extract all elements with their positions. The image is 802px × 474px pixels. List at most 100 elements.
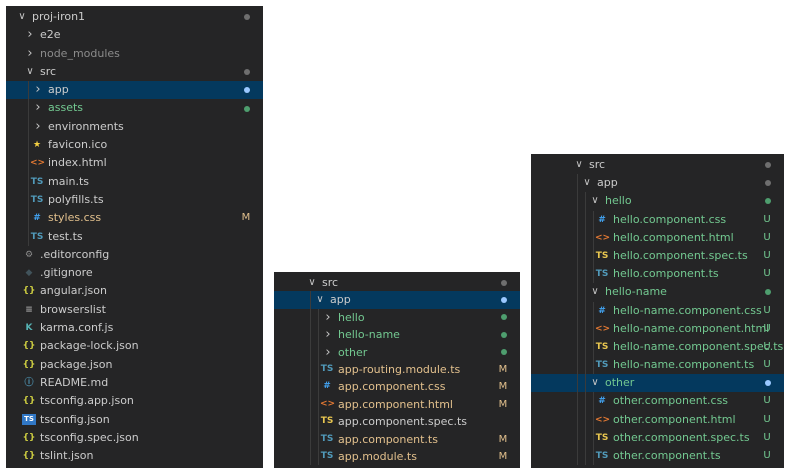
file-row[interactable]: TS tsconfig.json xyxy=(6,411,263,429)
file-row[interactable]: TS app.component.spec.ts xyxy=(274,413,520,431)
file-label: polyfills.ts xyxy=(48,192,104,206)
folder-row[interactable]: ∨ hello xyxy=(531,192,784,211)
folder-row[interactable]: › hello xyxy=(274,308,520,327)
chevron-down-icon[interactable]: ∨ xyxy=(573,156,585,174)
file-tree: ∨ src ∨ app ∨ hello # hello.component.css U <> hel… xyxy=(531,154,784,466)
chevron-right-icon[interactable]: › xyxy=(322,309,334,326)
git-status-badge: M xyxy=(498,363,508,375)
file-row[interactable]: Kkarma.conf.js xyxy=(6,319,263,337)
file-row[interactable]: ⚙ .editorconfig xyxy=(6,246,263,264)
folder-row[interactable]: › other xyxy=(274,343,520,361)
file-row[interactable]: # app.component.css M xyxy=(274,378,520,396)
ts-spec-icon: TS xyxy=(595,341,609,352)
chevron-right-icon[interactable]: › xyxy=(322,344,334,361)
git-status-dot-icon xyxy=(501,331,507,338)
file-row[interactable]: TS hello.component.ts U xyxy=(531,265,784,284)
folder-row[interactable]: ∨ src xyxy=(6,63,263,81)
file-row[interactable]: <> app.component.html M xyxy=(274,395,520,414)
folder-row[interactable]: › app xyxy=(6,81,263,100)
ts-icon: TS xyxy=(30,231,44,242)
css-icon: # xyxy=(598,305,606,316)
chevron-down-icon[interactable]: ∨ xyxy=(589,374,601,392)
file-row[interactable]: TS main.ts xyxy=(6,172,263,191)
folder-row[interactable]: › node_modules xyxy=(6,45,263,63)
file-row[interactable]: # hello-name.component.css U xyxy=(531,301,784,320)
file-row[interactable]: {} tsconfig.app.json xyxy=(6,392,263,410)
chevron-right-icon[interactable]: › xyxy=(24,26,36,44)
git-status-badge: U xyxy=(763,359,771,371)
file-row[interactable]: ★ favicon.ico xyxy=(6,136,263,155)
chevron-right-icon[interactable]: › xyxy=(24,45,36,63)
file-row[interactable]: TS polyfills.ts xyxy=(6,190,263,210)
chevron-down-icon[interactable]: ∨ xyxy=(581,174,593,192)
indent-guide xyxy=(593,392,594,411)
ts-icon: TS xyxy=(595,451,609,461)
css-icon: # xyxy=(598,214,606,225)
indent-guide xyxy=(577,174,578,193)
file-row[interactable]: {} package-lock.json xyxy=(6,337,263,355)
ts-spec-icon: TS xyxy=(320,416,334,427)
file-row[interactable]: <> hello.component.html U xyxy=(531,228,784,247)
ts-icon: TS xyxy=(30,176,44,187)
chevron-right-icon[interactable]: › xyxy=(32,99,44,117)
file-row[interactable]: <> other.component.html U xyxy=(531,410,784,429)
indent-guide xyxy=(310,343,311,361)
git-status-dot-icon xyxy=(244,87,250,94)
indent-guide xyxy=(310,395,311,414)
folder-row[interactable]: › e2e xyxy=(6,26,263,44)
indent-guide xyxy=(318,308,319,327)
file-row[interactable]: TS app-routing.module.ts M xyxy=(274,360,520,379)
folder-row[interactable]: › environments xyxy=(6,117,263,137)
chevron-down-icon[interactable]: ∨ xyxy=(589,283,601,301)
folder-row[interactable]: ∨ hello-name xyxy=(531,283,784,302)
file-label: styles.css xyxy=(48,211,102,225)
indent-guide xyxy=(310,413,311,431)
html-icon: <> xyxy=(320,398,336,409)
file-row[interactable]: TS hello-name.component.spec.ts U xyxy=(531,337,784,357)
chevron-right-icon[interactable]: › xyxy=(32,118,44,136)
file-label: angular.json xyxy=(40,284,107,298)
folder-row[interactable]: › assets xyxy=(6,99,263,118)
chevron-right-icon[interactable]: › xyxy=(322,326,334,343)
folder-row[interactable]: ∨ proj-iron1 xyxy=(6,8,263,26)
file-row[interactable]: TS app.component.ts M xyxy=(274,430,520,448)
folder-row[interactable]: ∨ src xyxy=(531,156,784,174)
file-row[interactable]: {} package.json xyxy=(6,356,263,374)
folder-row[interactable]: ∨ other xyxy=(531,374,784,393)
file-row[interactable]: ⓘ README.md xyxy=(6,374,263,392)
indent-guide xyxy=(577,447,578,466)
file-row[interactable]: TS hello-name.component.ts U xyxy=(531,356,784,375)
chevron-down-icon[interactable]: ∨ xyxy=(24,63,36,81)
folder-row[interactable]: ∨ app xyxy=(531,174,784,193)
file-row[interactable]: <> index.html xyxy=(6,154,263,173)
file-row[interactable]: TS hello.component.spec.ts U xyxy=(531,246,784,266)
file-row[interactable]: # other.component.css U xyxy=(531,392,784,411)
chevron-down-icon[interactable]: ∨ xyxy=(589,192,601,210)
folder-row[interactable]: › hello-name xyxy=(274,326,520,344)
chevron-right-icon[interactable]: › xyxy=(32,81,44,99)
git-status-badge: U xyxy=(763,395,771,407)
file-row[interactable]: TS other.component.ts U xyxy=(531,447,784,466)
indent-guide xyxy=(318,395,319,414)
file-row[interactable]: {} tsconfig.spec.json xyxy=(6,429,263,447)
file-row[interactable]: TS app.module.ts M xyxy=(274,447,520,466)
file-row[interactable]: # hello.component.css U xyxy=(531,210,784,229)
folder-row[interactable]: ∨ app xyxy=(274,291,520,309)
git-status-badge: U xyxy=(763,431,771,443)
file-row[interactable]: # styles.css M xyxy=(6,209,263,228)
file-row[interactable]: ◆ .gitignore xyxy=(6,264,263,282)
file-row[interactable]: ≡ browserslist xyxy=(6,301,263,319)
css-icon: # xyxy=(33,213,41,224)
file-row[interactable]: <> hello-name.component.html U xyxy=(531,319,784,338)
file-row[interactable]: TS test.ts xyxy=(6,227,263,246)
file-row[interactable]: TS other.component.spec.ts U xyxy=(531,428,784,447)
file-label: .editorconfig xyxy=(40,247,110,261)
file-row[interactable]: {} angular.json xyxy=(6,282,263,300)
file-row[interactable]: {} tslint.json xyxy=(6,447,263,465)
indent-guide xyxy=(585,246,586,266)
chevron-down-icon[interactable]: ∨ xyxy=(16,8,28,26)
chevron-down-icon[interactable]: ∨ xyxy=(306,274,318,291)
indent-guide xyxy=(577,410,578,429)
chevron-down-icon[interactable]: ∨ xyxy=(314,291,326,308)
folder-row[interactable]: ∨ src xyxy=(274,274,520,291)
